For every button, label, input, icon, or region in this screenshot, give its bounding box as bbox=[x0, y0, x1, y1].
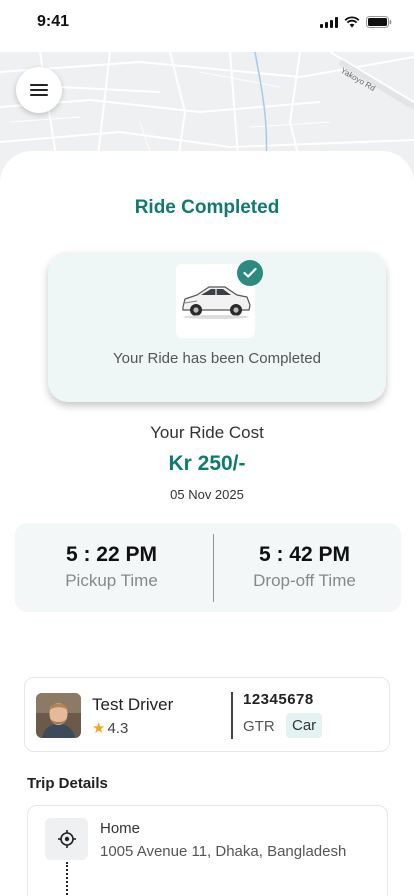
driver-card[interactable]: Test Driver ★ 4.3 12345678 GTR Car bbox=[24, 677, 390, 752]
pickup-location-address: 1005 Avenue 11, Dhaka, Bangladesh bbox=[100, 843, 347, 860]
check-icon bbox=[243, 267, 257, 278]
ride-date: 05 Nov 2025 bbox=[170, 487, 244, 502]
cost-label: Your Ride Cost bbox=[150, 423, 264, 442]
wifi-icon bbox=[344, 16, 360, 28]
pickup-location-icon-box bbox=[45, 818, 88, 860]
vehicle-number: 12345678 bbox=[243, 691, 314, 708]
vehicle-type-badge: Car bbox=[286, 713, 323, 738]
pickup-time-value: 5 : 22 PM bbox=[65, 543, 158, 566]
driver-photo bbox=[36, 693, 81, 738]
driver-card-divider bbox=[231, 692, 233, 739]
completion-message: Your Ride has been Completed bbox=[113, 350, 321, 367]
status-time: 9:41 bbox=[37, 13, 70, 30]
dropoff-time-value: 5 : 42 PM bbox=[258, 543, 351, 566]
menu-button[interactable] bbox=[16, 67, 62, 113]
dropoff-time-block: 5 : 42 PM Drop-off Time bbox=[208, 543, 401, 591]
time-summary-card: 5 : 22 PM Pickup Time 5 : 42 PM Drop-off… bbox=[15, 523, 401, 612]
pickup-time-label: Pickup Time bbox=[65, 571, 158, 590]
cost-value: Kr 250/- bbox=[168, 452, 246, 475]
page-title: Ride Completed bbox=[134, 197, 280, 218]
dropoff-time-label: Drop-off Time bbox=[253, 571, 356, 590]
driver-rating-value: 4.3 bbox=[107, 719, 129, 737]
driver-rating: ★ 4.3 bbox=[92, 719, 129, 738]
status-icons bbox=[320, 16, 392, 28]
driver-avatar bbox=[36, 693, 81, 738]
ride-completed-card: Your Ride has been Completed bbox=[48, 252, 386, 402]
signal-icon bbox=[320, 16, 338, 28]
trip-details-title: Trip Details bbox=[27, 775, 108, 792]
driver-name: Test Driver bbox=[92, 695, 174, 714]
trip-details-card: Home 1005 Avenue 11, Dhaka, Bangladesh bbox=[27, 805, 388, 896]
battery-icon bbox=[366, 16, 392, 28]
check-badge bbox=[237, 260, 263, 286]
pickup-location-name: Home bbox=[100, 820, 141, 837]
route-connector bbox=[66, 862, 68, 896]
star-icon: ★ bbox=[92, 720, 106, 737]
menu-icon bbox=[30, 84, 48, 96]
pickup-time-block: 5 : 22 PM Pickup Time bbox=[15, 543, 208, 591]
location-target-icon bbox=[57, 830, 76, 848]
car-icon bbox=[181, 286, 251, 319]
vehicle-model: GTR bbox=[243, 718, 275, 735]
status-bar: 9:41 bbox=[0, 0, 414, 52]
